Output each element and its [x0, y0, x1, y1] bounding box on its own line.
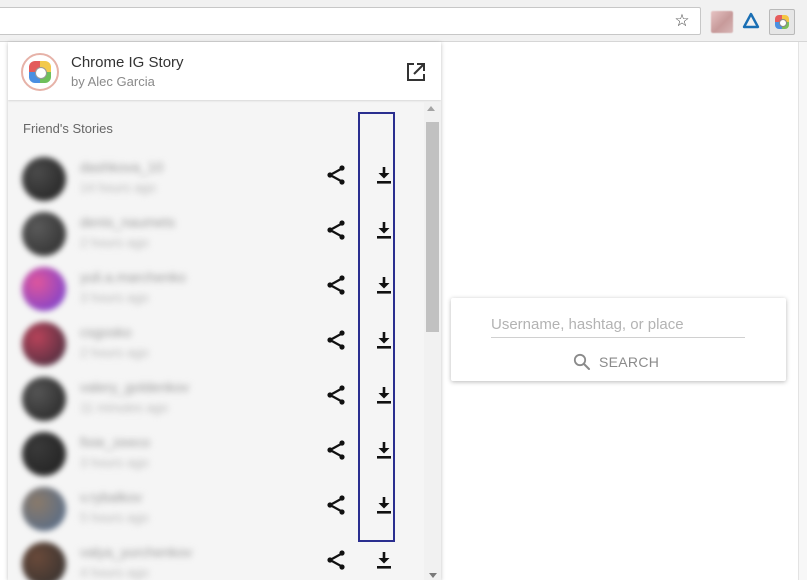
- avatar[interactable]: [22, 377, 66, 421]
- download-icon[interactable]: [372, 548, 396, 572]
- story-username[interactable]: fixie_zeeco: [80, 434, 150, 450]
- download-icon[interactable]: [372, 163, 396, 187]
- download-icon[interactable]: [372, 218, 396, 242]
- chrome-ig-story-extension-icon[interactable]: [769, 9, 795, 35]
- avatar[interactable]: [22, 487, 66, 531]
- story-time: 4 hours ago: [80, 565, 149, 580]
- story-time: 2 hours ago: [80, 235, 149, 250]
- search-input[interactable]: [491, 311, 745, 338]
- share-icon[interactable]: [324, 438, 348, 462]
- search-button-label: SEARCH: [599, 354, 660, 370]
- share-icon[interactable]: [324, 548, 348, 572]
- search-card: SEARCH: [451, 298, 786, 381]
- page-edge: [798, 42, 807, 580]
- share-icon[interactable]: [324, 383, 348, 407]
- share-icon[interactable]: [324, 218, 348, 242]
- story-row[interactable]: valery_goldenkov 11 minutes ago: [8, 372, 426, 427]
- share-icon[interactable]: [324, 328, 348, 352]
- story-row[interactable]: fixie_zeeco 3 hours ago: [8, 427, 426, 482]
- share-icon[interactable]: [324, 163, 348, 187]
- open-in-new-tab-icon[interactable]: [405, 61, 427, 83]
- extension-popup: Chrome IG Story by Alec Garcia Friend's …: [8, 42, 441, 580]
- story-row[interactable]: yuli.a.marchenko 3 hours ago: [8, 262, 426, 317]
- app-logo: [21, 53, 59, 91]
- extension-icon-blurred[interactable]: [711, 11, 733, 33]
- avatar[interactable]: [22, 157, 66, 201]
- search-icon: [573, 353, 590, 370]
- story-time: 14 hours ago: [80, 180, 156, 195]
- story-time: 2 hours ago: [80, 345, 149, 360]
- story-row[interactable]: valya_yurchenkov 4 hours ago: [8, 537, 426, 580]
- browser-toolbar: ☆: [0, 0, 807, 42]
- story-username[interactable]: valery_goldenkov: [80, 379, 189, 395]
- download-icon[interactable]: [372, 273, 396, 297]
- story-time: 11 minutes ago: [80, 400, 168, 415]
- address-bar[interactable]: ☆: [0, 7, 701, 35]
- download-icon[interactable]: [372, 438, 396, 462]
- app-title: Chrome IG Story: [71, 54, 184, 71]
- story-username[interactable]: denis_naumets: [80, 214, 175, 230]
- section-title: Friend's Stories: [23, 121, 113, 136]
- download-icon[interactable]: [372, 383, 396, 407]
- scrollbar-thumb[interactable]: [426, 122, 439, 332]
- scroll-up-arrow-icon[interactable]: [427, 106, 435, 111]
- scrollbar[interactable]: [424, 102, 441, 580]
- story-row[interactable]: csgosko 2 hours ago: [8, 317, 426, 372]
- story-username[interactable]: v.rybalkov: [80, 489, 142, 505]
- story-username[interactable]: valya_yurchenkov: [80, 544, 192, 560]
- story-username[interactable]: yuli.a.marchenko: [80, 269, 186, 285]
- scroll-down-arrow-icon[interactable]: [429, 573, 437, 578]
- avatar[interactable]: [22, 542, 66, 580]
- avatar[interactable]: [22, 432, 66, 476]
- story-row[interactable]: denis_naumets 2 hours ago: [8, 207, 426, 262]
- download-icon[interactable]: [372, 493, 396, 517]
- share-icon[interactable]: [324, 273, 348, 297]
- story-time: 5 hours ago: [80, 510, 149, 525]
- share-icon[interactable]: [324, 493, 348, 517]
- bookmark-star-icon[interactable]: ☆: [672, 11, 692, 31]
- download-icon[interactable]: [372, 328, 396, 352]
- avatar[interactable]: [22, 322, 66, 366]
- story-username[interactable]: dashkova_10: [80, 159, 163, 175]
- app-author: by Alec Garcia: [71, 74, 155, 89]
- avatar[interactable]: [22, 212, 66, 256]
- story-row[interactable]: dashkova_10 14 hours ago: [8, 152, 426, 207]
- stories-list: dashkova_10 14 hours ago denis_naumets 2 ho…: [8, 152, 426, 580]
- story-time: 3 hours ago: [80, 290, 149, 305]
- story-row[interactable]: v.rybalkov 5 hours ago: [8, 482, 426, 537]
- popup-header: Chrome IG Story by Alec Garcia: [8, 42, 441, 100]
- search-button[interactable]: SEARCH: [573, 351, 659, 373]
- avatar[interactable]: [22, 267, 66, 311]
- story-time: 3 hours ago: [80, 455, 149, 470]
- story-username[interactable]: csgosko: [80, 324, 131, 340]
- delta-extension-icon[interactable]: [741, 11, 761, 31]
